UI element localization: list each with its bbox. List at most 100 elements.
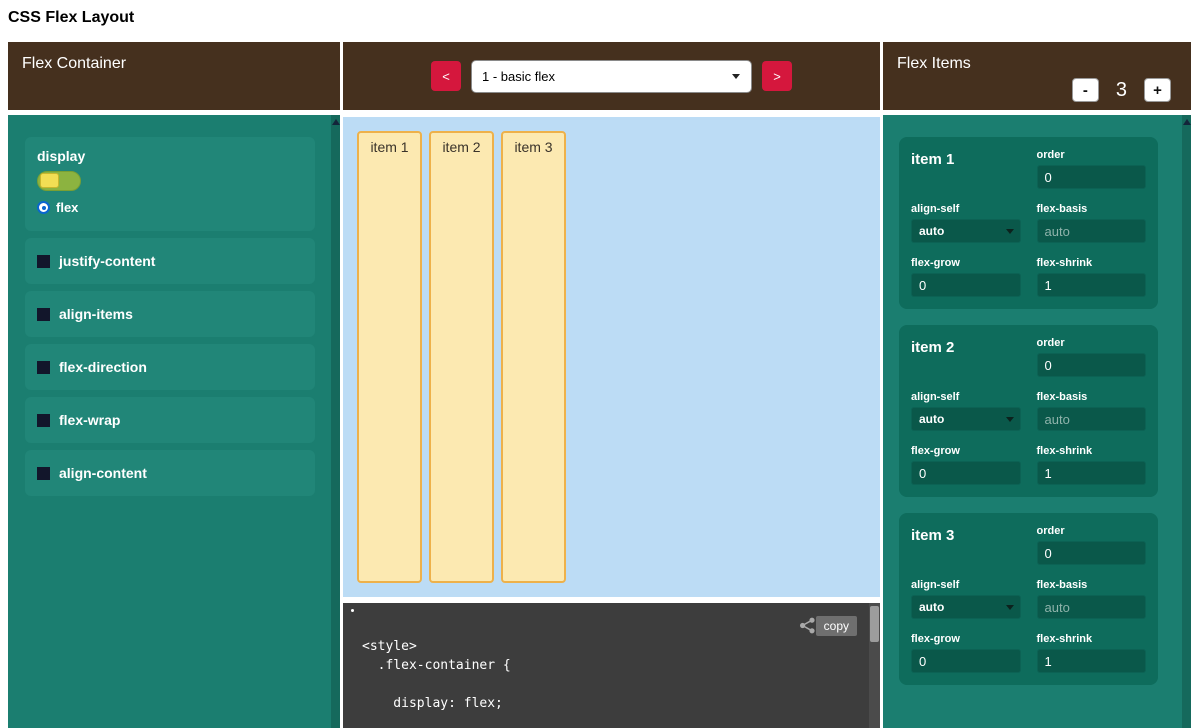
scroll-up-icon bbox=[1183, 119, 1191, 125]
display-radio-row: flex bbox=[37, 200, 303, 215]
align-items-checkbox[interactable] bbox=[37, 308, 50, 321]
order-label: order bbox=[1037, 149, 1147, 161]
item-name: item 1 bbox=[911, 151, 954, 168]
flex-grow-input[interactable] bbox=[911, 649, 1021, 673]
flex-basis-input[interactable] bbox=[1037, 407, 1147, 431]
order-label: order bbox=[1037, 337, 1147, 349]
order-input[interactable] bbox=[1037, 353, 1147, 377]
next-example-button[interactable]: > bbox=[762, 61, 792, 91]
order-input[interactable] bbox=[1037, 165, 1147, 189]
align-self-select[interactable]: auto bbox=[911, 219, 1021, 243]
code-scroll-thumb[interactable] bbox=[870, 606, 879, 642]
example-nav-header: < 1 - basic flex > bbox=[343, 42, 880, 110]
align-self-cell: align-self auto bbox=[911, 579, 1021, 619]
flex-shrink-label: flex-shrink bbox=[1037, 445, 1147, 457]
flex-items-title: Flex Items bbox=[897, 55, 971, 72]
add-item-button[interactable]: + bbox=[1144, 78, 1171, 102]
flex-basis-label: flex-basis bbox=[1037, 203, 1147, 215]
flex-grow-cell: flex-grow bbox=[911, 445, 1021, 485]
order-cell: order bbox=[1037, 525, 1147, 565]
justify-content-checkbox[interactable] bbox=[37, 255, 50, 268]
flex-shrink-input[interactable] bbox=[1037, 649, 1147, 673]
flex-shrink-label: flex-shrink bbox=[1037, 257, 1147, 269]
align-self-select[interactable]: auto bbox=[911, 407, 1021, 431]
code-scrollbar[interactable] bbox=[869, 603, 880, 728]
flex-grow-cell: flex-grow bbox=[911, 633, 1021, 673]
align-content-checkbox[interactable] bbox=[37, 467, 50, 480]
align-self-cell: align-self auto bbox=[911, 391, 1021, 431]
align-self-label: align-self bbox=[911, 391, 1021, 403]
item-card-2: item 2 order align-self auto flex-basis … bbox=[899, 325, 1158, 497]
prev-example-button[interactable]: < bbox=[431, 61, 461, 91]
flex-basis-label: flex-basis bbox=[1037, 391, 1147, 403]
flex-basis-input[interactable] bbox=[1037, 219, 1147, 243]
align-self-label: align-self bbox=[911, 579, 1021, 591]
option-card-align-content: align-content bbox=[25, 450, 315, 496]
remove-item-button[interactable]: - bbox=[1072, 78, 1099, 102]
preview-flex-item-1: item 1 bbox=[357, 131, 422, 583]
align-self-select-wrap: auto bbox=[911, 407, 1021, 431]
option-card-flex-wrap: flex-wrap bbox=[25, 397, 315, 443]
flex-basis-cell: flex-basis bbox=[1037, 391, 1147, 431]
flex-items-panel: item 1 order align-self auto flex-basis … bbox=[883, 115, 1191, 728]
item-name-cell: item 2 bbox=[911, 337, 1021, 377]
display-card: display flex bbox=[25, 137, 315, 231]
order-label: order bbox=[1037, 525, 1147, 537]
page-title: CSS Flex Layout bbox=[8, 9, 134, 27]
toggle-knob bbox=[40, 173, 59, 188]
order-cell: order bbox=[1037, 149, 1147, 189]
flex-grow-cell: flex-grow bbox=[911, 257, 1021, 297]
flex-shrink-input[interactable] bbox=[1037, 273, 1147, 297]
align-self-select-wrap: auto bbox=[911, 595, 1021, 619]
display-toggle[interactable] bbox=[37, 171, 81, 191]
flex-shrink-input[interactable] bbox=[1037, 461, 1147, 485]
right-panel-scrollbar[interactable] bbox=[1182, 115, 1191, 728]
flex-grow-label: flex-grow bbox=[911, 445, 1021, 457]
flex-basis-cell: flex-basis bbox=[1037, 203, 1147, 243]
option-card-flex-direction: flex-direction bbox=[25, 344, 315, 390]
flex-container-title: Flex Container bbox=[22, 55, 126, 72]
share-icon[interactable] bbox=[799, 617, 816, 634]
code-text: <style> .flex-container { display: flex; bbox=[362, 637, 511, 713]
flex-grow-label: flex-grow bbox=[911, 633, 1021, 645]
left-panel-scrollbar[interactable] bbox=[331, 115, 340, 728]
flex-wrap-label: flex-wrap bbox=[59, 412, 120, 428]
option-card-justify-content: justify-content bbox=[25, 238, 315, 284]
option-card-align-items: align-items bbox=[25, 291, 315, 337]
item-name: item 2 bbox=[911, 339, 954, 356]
align-self-select[interactable]: auto bbox=[911, 595, 1021, 619]
flex-container-panel: display flex justify-content align-items… bbox=[8, 115, 340, 728]
item-card-3: item 3 order align-self auto flex-basis … bbox=[899, 513, 1158, 685]
flex-wrap-checkbox[interactable] bbox=[37, 414, 50, 427]
flex-preview-container: item 1 item 2 item 3 bbox=[343, 117, 880, 597]
order-cell: order bbox=[1037, 337, 1147, 377]
flex-shrink-cell: flex-shrink bbox=[1037, 445, 1147, 485]
align-content-label: align-content bbox=[59, 465, 147, 481]
item-count-controls: - 3 + bbox=[1072, 78, 1171, 102]
flex-grow-input[interactable] bbox=[911, 461, 1021, 485]
flex-container-header: Flex Container bbox=[8, 42, 340, 110]
flex-radio-label: flex bbox=[56, 200, 78, 215]
flex-shrink-cell: flex-shrink bbox=[1037, 257, 1147, 297]
justify-content-label: justify-content bbox=[59, 253, 155, 269]
code-panel: copy <style> .flex-container { display: … bbox=[343, 603, 880, 728]
copy-button[interactable]: copy bbox=[816, 616, 857, 636]
item-name-cell: item 1 bbox=[911, 149, 1021, 189]
item-count: 3 bbox=[1116, 79, 1127, 102]
align-items-label: align-items bbox=[59, 306, 133, 322]
flex-direction-checkbox[interactable] bbox=[37, 361, 50, 374]
flex-shrink-label: flex-shrink bbox=[1037, 633, 1147, 645]
flex-basis-cell: flex-basis bbox=[1037, 579, 1147, 619]
order-input[interactable] bbox=[1037, 541, 1147, 565]
flex-shrink-cell: flex-shrink bbox=[1037, 633, 1147, 673]
code-dot bbox=[351, 609, 354, 612]
flex-grow-label: flex-grow bbox=[911, 257, 1021, 269]
flex-basis-input[interactable] bbox=[1037, 595, 1147, 619]
flex-grow-input[interactable] bbox=[911, 273, 1021, 297]
align-self-label: align-self bbox=[911, 203, 1021, 215]
example-select[interactable]: 1 - basic flex bbox=[471, 60, 752, 93]
item-name: item 3 bbox=[911, 527, 954, 544]
align-self-select-wrap: auto bbox=[911, 219, 1021, 243]
flex-radio[interactable] bbox=[37, 201, 50, 214]
item-name-cell: item 3 bbox=[911, 525, 1021, 565]
